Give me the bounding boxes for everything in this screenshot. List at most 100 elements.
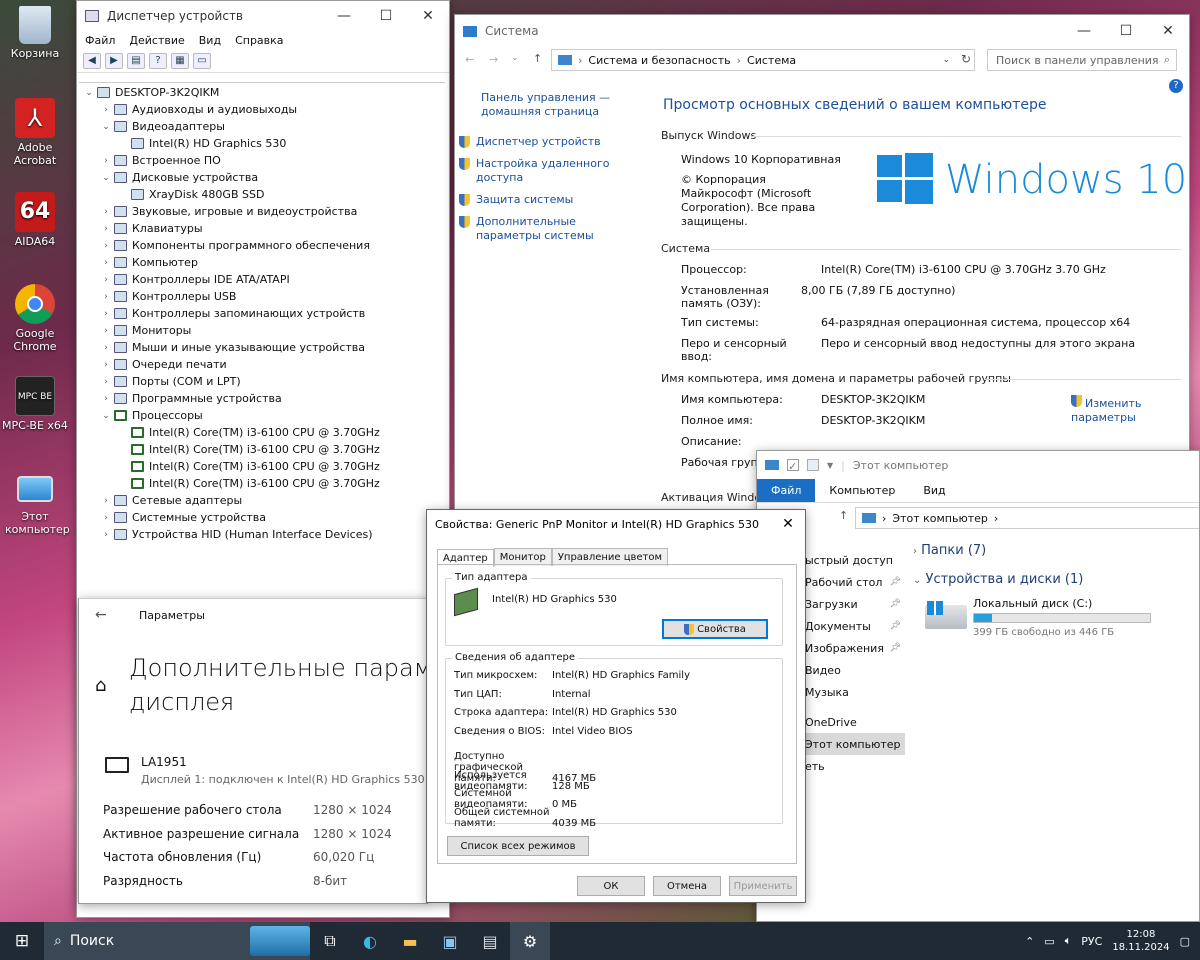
close-button[interactable]: ✕ [771,516,805,532]
minimize-button[interactable]: — [323,2,365,30]
device-tree-node[interactable]: › Компоненты программного обеспечения [79,237,445,254]
desktop-icon-acrobat[interactable]: ⅄ Adobe Acrobat [0,98,70,167]
device-tree-node[interactable]: › Компьютер [79,254,445,271]
chevron-down-icon[interactable]: ⌄ [100,411,112,421]
chevron-right-icon[interactable]: › [100,326,112,336]
new-folder-icon[interactable] [807,459,819,471]
address-bar[interactable]: › Система и безопасность › Система ⌄ [551,49,975,71]
menu-view[interactable]: Вид [199,34,221,47]
chevron-right-icon[interactable]: › [100,241,112,251]
close-button[interactable]: ✕ [407,2,449,30]
chevron-right-icon[interactable]: › [100,377,112,387]
device-tree-node[interactable]: ⌄ Видеоадаптеры [79,118,445,135]
nav-item[interactable]: Этот компьютер [801,733,905,755]
menu-file[interactable]: Файл [85,34,115,47]
adapter-properties-button[interactable]: Свойства [662,619,768,639]
side-link[interactable]: Защита системы [459,193,639,207]
nav-item[interactable]: Загрузки 📌︎ [801,593,905,615]
quick-access-dropdown-icon[interactable]: ▼ [827,461,833,470]
nav-item[interactable]: OneDrive [801,711,905,733]
ribbon-tab-computer[interactable]: Компьютер [815,479,909,502]
refresh-icon[interactable]: ↻ [961,52,971,66]
notifications-icon[interactable]: ▢ [1180,935,1190,948]
menu-help[interactable]: Справка [235,34,283,47]
device-tree-node[interactable]: ⌄ DESKTOP-3K2QIKM [79,84,445,101]
list-all-modes-button[interactable]: Список всех режимов [447,836,589,856]
ok-button[interactable]: ОК [577,876,645,896]
chevron-right-icon[interactable]: › [100,513,112,523]
taskbar-search[interactable]: ⌕ Поиск [44,922,310,960]
nav-item[interactable]: Документы 📌︎ [801,615,905,637]
help-icon[interactable]: ? [149,53,167,69]
device-tree-node[interactable]: › Встроенное ПО [79,152,445,169]
up-arrow-icon[interactable]: ↑ [839,509,848,522]
device-tree-node[interactable]: › Мыши и иные указывающие устройства [79,339,445,356]
chevron-right-icon[interactable]: › [100,530,112,540]
device-tree-node[interactable]: › Очереди печати [79,356,445,373]
device-tree-node[interactable]: › Системные устройства [79,509,445,526]
back-arrow-icon[interactable]: ← [95,607,107,623]
nav-item[interactable]: Изображения 📌︎ [801,637,905,659]
cancel-button[interactable]: Отмена [653,876,721,896]
desktop-icon-recycle-bin[interactable]: Корзина [0,6,70,60]
device-tree-node[interactable]: ⌄ Процессоры [79,407,445,424]
help-icon[interactable]: ? [1169,79,1183,93]
local-disk-c[interactable]: Локальный диск (C:) 399 ГБ свободно из 4… [925,597,1185,639]
chevron-down-icon[interactable]: ⌄ [100,122,112,132]
explorer-address-bar[interactable]: › Этот компьютер › [855,507,1199,529]
explorer-titlebar[interactable]: ✓ ▼ | Этот компьютер [757,451,1199,479]
tray-chevron-icon[interactable]: ⌃ [1025,935,1034,948]
forward-arrow-icon[interactable]: → [489,53,498,66]
nav-item[interactable]: Видео [801,659,905,681]
ribbon-tab-file[interactable]: Файл [757,479,816,502]
chevron-right-icon[interactable]: › [100,360,112,370]
clock[interactable]: 12:08 18.11.2024 [1112,928,1169,954]
side-link[interactable]: Дополнительные параметры системы [459,215,639,243]
chevron-right-icon[interactable]: › [100,258,112,268]
nav-item[interactable]: Музыка [801,681,905,703]
edge-icon[interactable]: ◐ [350,922,390,960]
chevron-right-icon[interactable]: › [100,309,112,319]
folders-group[interactable]: › Папки (7) [913,543,986,558]
language-indicator[interactable]: РУС [1081,935,1102,948]
address-dropdown-icon[interactable]: ⌄ [942,55,950,65]
device-tree-node[interactable]: › Устройства HID (Human Interface Devices… [79,526,445,543]
chevron-right-icon[interactable]: › [100,394,112,404]
desktop-icon-aida64[interactable]: 64 AIDA64 [0,192,70,248]
device-tree-node[interactable]: Intel(R) Core(TM) i3-6100 CPU @ 3.70GHz [79,441,445,458]
ribbon-tab-view[interactable]: Вид [909,479,959,502]
device-tree-node[interactable]: › Контроллеры USB [79,288,445,305]
chevron-down-icon[interactable]: ⌄ [100,173,112,183]
chevron-right-icon[interactable]: › [100,343,112,353]
home-icon[interactable]: ⌂ [95,675,106,696]
breadcrumb-security[interactable]: Система и безопасность [588,54,730,67]
device-tree-node[interactable]: › Клавиатуры [79,220,445,237]
device-tree-node[interactable]: › Мониторы [79,322,445,339]
nav-item[interactable]: еть [801,755,905,777]
chevron-right-icon[interactable]: › [100,292,112,302]
device-tree-node[interactable]: Intel(R) Core(TM) i3-6100 CPU @ 3.70GHz [79,458,445,475]
nav-item[interactable]: ыстрый доступ [801,549,905,571]
volume-icon[interactable]: 🔈︎ [1065,934,1072,948]
device-tree-node[interactable]: › Программные устройства [79,390,445,407]
nav-item[interactable]: Рабочий стол 📌︎ [801,571,905,593]
device-tree-node[interactable]: › Сетевые адаптеры [79,492,445,509]
chevron-right-icon[interactable]: › [100,156,112,166]
dialog-titlebar[interactable]: Свойства: Generic PnP Monitor и Intel(R)… [427,510,805,538]
menu-action[interactable]: Действие [129,34,184,47]
task-view-icon[interactable]: ⧉ [310,922,350,960]
device-tree-node[interactable]: › Аудиовходы и аудиовыходы [79,101,445,118]
back-arrow-icon[interactable]: ← [465,53,474,66]
device-tree-node[interactable]: › Контроллеры IDE ATA/ATAPI [79,271,445,288]
scan-hardware-icon[interactable]: ▭ [193,53,211,69]
dropdown-icon[interactable]: ⌄ [511,53,519,63]
properties-icon[interactable]: ✓ [787,459,799,473]
device-tree-node[interactable]: ⌄ Дисковые устройства [79,169,445,186]
file-explorer-icon[interactable]: ▬ [390,922,430,960]
device-tree-node[interactable]: › Контроллеры запоминающих устройств [79,305,445,322]
device-tree-node[interactable]: Intel(R) HD Graphics 530 [79,135,445,152]
control-panel-taskbar-icon[interactable]: ▤ [470,922,510,960]
properties-icon[interactable]: ▤ [127,53,145,69]
chevron-right-icon[interactable]: › [100,224,112,234]
search-box[interactable]: Поиск в панели управления ⌕ [987,49,1177,71]
